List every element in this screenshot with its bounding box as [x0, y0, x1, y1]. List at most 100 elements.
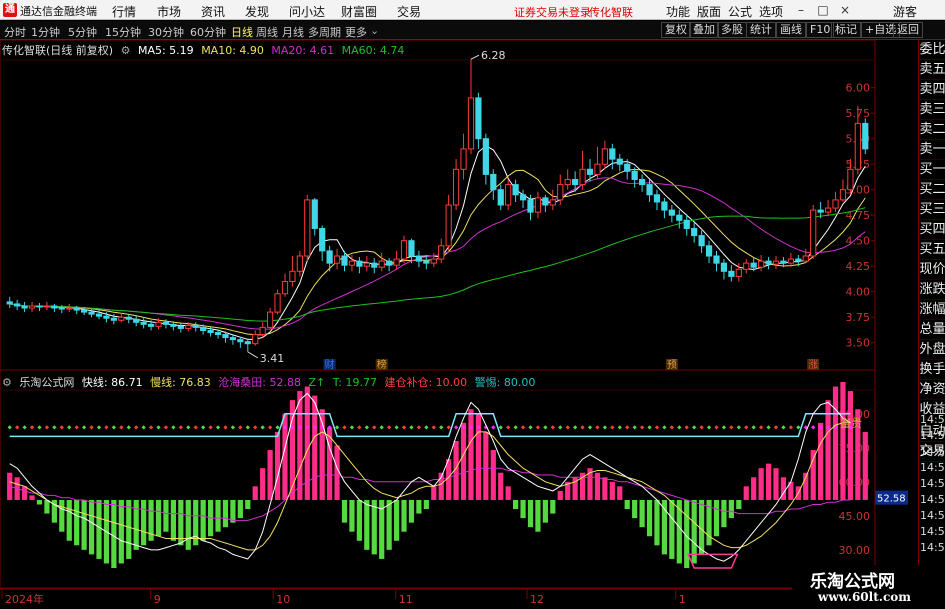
histogram-bar-up — [617, 486, 623, 500]
signal-dot — [573, 425, 578, 430]
signal-dot — [156, 425, 161, 430]
side-panel-item[interactable]: 换手 — [919, 360, 945, 380]
side-panel-item[interactable]: 卖五 — [919, 60, 945, 80]
current-stock-name: 传化智联 — [589, 6, 633, 19]
signal-dot — [163, 425, 169, 430]
side-panel-item[interactable]: 买二 — [919, 180, 945, 200]
side-panel-item[interactable]: 外盘 — [919, 340, 945, 360]
menu-zixun[interactable]: 资讯 — [201, 3, 225, 20]
period-fenshi[interactable]: 分时 — [4, 24, 26, 40]
close-icon[interactable]: × — [834, 1, 856, 19]
signal-dot — [59, 425, 64, 430]
stats-button[interactable]: 统计 — [746, 22, 776, 38]
multi-stock-button[interactable]: 多股 — [717, 22, 747, 38]
menu-hangqing[interactable]: 行情 — [112, 3, 136, 20]
signal-dot — [81, 425, 87, 430]
signal-dot — [759, 425, 764, 430]
price-tick-label: 4.75 — [846, 209, 871, 222]
side-panel-item[interactable]: 买四 — [919, 220, 945, 240]
side-panel-item[interactable]: 净资 — [919, 380, 945, 400]
signal-dot — [773, 425, 779, 430]
candle-body — [408, 240, 415, 257]
side-panel-item[interactable]: 卖四 — [919, 80, 945, 100]
price-tick-label: 6.00 — [846, 82, 871, 95]
maximize-icon[interactable]: □ — [812, 1, 834, 19]
restore-rights-button[interactable]: 复权 — [661, 22, 691, 38]
watermark-name: 乐淘公式网 — [810, 572, 895, 592]
settings-icon[interactable]: ⚙ — [121, 44, 131, 57]
kline-chart[interactable]: 6.005.755.505.255.004.754.504.254.003.75… — [0, 40, 918, 609]
candle-body — [750, 262, 757, 268]
candle-body — [534, 197, 542, 213]
histogram-bar-up — [825, 400, 831, 500]
period-1min[interactable]: 1分钟 — [31, 24, 60, 40]
signal-dot — [15, 425, 20, 430]
histogram-bar-down — [185, 499, 191, 550]
candle-body — [430, 258, 437, 264]
signal-dot — [148, 425, 154, 430]
signal-dot — [208, 425, 213, 430]
histogram-bar-up — [773, 468, 779, 500]
period-15min[interactable]: 15分钟 — [105, 24, 141, 40]
period-month[interactable]: 月线 — [282, 24, 304, 40]
guest-login[interactable]: 游客 — [893, 3, 917, 20]
histogram-bar-down — [736, 499, 742, 510]
signal-dot — [334, 425, 340, 430]
histogram-bar-down — [654, 499, 660, 546]
candle-body — [222, 334, 229, 339]
signal-dot — [714, 425, 719, 430]
signal-dot — [788, 425, 794, 430]
signal-dot — [215, 425, 221, 430]
jingti-value: 警惕: 80.00 — [474, 376, 536, 389]
menu-gongneng[interactable]: 功能 — [666, 3, 690, 20]
side-panel-item[interactable]: 卖二 — [919, 120, 945, 140]
period-60min[interactable]: 60分钟 — [190, 24, 226, 40]
side-panel-item[interactable]: 委比 — [919, 40, 945, 60]
histogram-bar-down — [96, 499, 102, 559]
trade-login-notice[interactable]: 证券交易未登录 — [514, 4, 591, 20]
side-panel-item[interactable]: 总量 — [919, 320, 945, 340]
histogram-bar-up — [743, 486, 749, 500]
candle-body — [586, 168, 594, 175]
histogram-bar-down — [36, 499, 43, 505]
candle-body — [452, 168, 460, 206]
period-multi[interactable]: 多周期 — [308, 24, 341, 40]
menu-gongshi[interactable]: 公式 — [728, 3, 752, 20]
side-panel-item[interactable]: 买三 — [919, 200, 945, 220]
overlay-button[interactable]: 叠加 — [689, 22, 719, 38]
menu-shichang[interactable]: 市场 — [157, 3, 181, 20]
draw-line-button[interactable]: 画线 — [776, 22, 806, 38]
side-panel-item[interactable]: 涨幅 — [919, 300, 945, 320]
menu-banmian[interactable]: 版面 — [697, 3, 721, 20]
signal-dot — [372, 425, 377, 430]
side-panel-item[interactable]: 买五 — [919, 240, 945, 260]
menu-faxian[interactable]: 发现 — [245, 3, 269, 20]
back-button[interactable]: 返回 — [893, 22, 923, 38]
side-panel-item[interactable]: 买一 — [919, 160, 945, 180]
menu-jiaoyi[interactable]: 交易 — [397, 3, 421, 20]
candle-body — [88, 311, 95, 315]
period-day[interactable]: 日线 — [231, 24, 253, 40]
side-panel-item[interactable]: 涨跌 — [919, 280, 945, 300]
sub-settings-icon[interactable]: ⚙ — [2, 376, 12, 389]
minimize-icon[interactable]: – — [790, 1, 812, 19]
period-week[interactable]: 周线 — [256, 24, 278, 40]
menu-wenxiaoda[interactable]: 问小达 — [289, 3, 325, 20]
candle-body — [356, 260, 363, 267]
candle-body — [832, 199, 839, 209]
side-panel-item[interactable]: 卖一 — [919, 140, 945, 160]
sub-value-label: 52.58 — [877, 494, 906, 505]
side-panel-item[interactable]: 现价 — [919, 260, 945, 280]
period-30min[interactable]: 30分钟 — [148, 24, 184, 40]
warning-line — [9, 413, 851, 438]
period-5min[interactable]: 5分钟 — [68, 24, 97, 40]
candle-body — [505, 184, 512, 206]
menu-caifuquan[interactable]: 财富圈 — [341, 3, 377, 20]
candle-body — [386, 260, 393, 266]
more-dropdown-icon[interactable]: ⌄ — [370, 24, 379, 37]
histogram-bar-up — [765, 463, 772, 500]
menu-xuanxiang[interactable]: 选项 — [759, 3, 783, 20]
side-panel-item[interactable]: 卖三 — [919, 100, 945, 120]
period-more[interactable]: 更多 — [345, 24, 367, 40]
mark-button[interactable]: 标记 — [831, 22, 861, 38]
